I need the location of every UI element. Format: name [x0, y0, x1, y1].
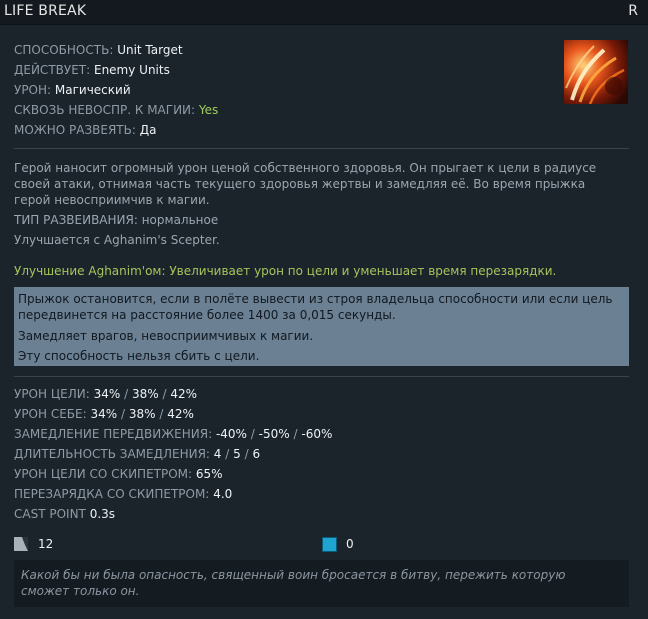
dispellable-row: МОЖНО РАЗВЕЯТЬ: Да: [14, 123, 156, 137]
cooldown-value: 12: [38, 537, 54, 551]
cast-point-value: 0.3s: [89, 507, 116, 521]
move-slow-label: ЗАМЕДЛЕНИЕ ПЕРЕДВИЖЕНИЯ:: [14, 427, 213, 441]
separator: [14, 148, 629, 149]
ability-behavior-label: СПОСОБНОСТЬ:: [14, 43, 114, 57]
ability-description: Герой наносит огромный урон ценой собств…: [14, 161, 597, 207]
ability-title: LIFE BREAK: [4, 3, 87, 19]
mana-icon: [322, 537, 337, 552]
cast-point-label: CAST POINT: [14, 507, 86, 521]
lore-text: Какой бы ни была опасность, священный во…: [21, 568, 566, 598]
cooldown-icon: [14, 537, 28, 551]
affects-value: Enemy Units: [93, 63, 170, 77]
scepter-upgrade-note: Улучшается с Aghanim's Scepter.: [14, 233, 220, 247]
dispellable-value: Да: [139, 123, 157, 137]
move-slow-row: ЗАМЕДЛЕНИЕ ПЕРЕДВИЖЕНИЯ: -40% / -50% / -…: [14, 427, 333, 441]
move-slow-value: -40%: [215, 427, 247, 441]
target-damage-value: 42%: [170, 387, 198, 401]
slow-duration-label: ДЛИТЕЛЬНОСТЬ ЗАМЕДЛЕНИЯ:: [14, 447, 210, 461]
scepter-cooldown-value: 4.0: [213, 487, 233, 501]
ability-notes: Прыжок остановится, если в полёте вывест…: [14, 287, 629, 366]
self-damage-value: 38%: [128, 407, 156, 421]
life-break-icon: [564, 40, 628, 104]
target-damage-row: УРОН ЦЕЛИ: 34% / 38% / 42%: [14, 387, 198, 401]
slow-duration-value: 6: [252, 447, 261, 461]
dispellable-label: МОЖНО РАЗВЕЯТЬ:: [14, 123, 136, 137]
move-slow-value: -60%: [301, 427, 333, 441]
tooltip-header: LIFE BREAK R: [0, 0, 648, 25]
scepter-damage-row: УРОН ЦЕЛИ СО СКИПЕТРОМ: 65%: [14, 467, 223, 481]
slow-duration-row: ДЛИТЕЛЬНОСТЬ ЗАМЕДЛЕНИЯ: 4 / 5 / 6: [14, 447, 261, 461]
damage-type-value: Магический: [54, 83, 131, 97]
self-damage-value: 34%: [90, 407, 118, 421]
aghanim-upgrade-text: Улучшение Aghanim'ом: Увеличивает урон п…: [14, 264, 557, 278]
target-damage-label: УРОН ЦЕЛИ:: [14, 387, 90, 401]
scepter-damage-label: УРОН ЦЕЛИ СО СКИПЕТРОМ:: [14, 467, 193, 481]
scepter-cooldown-row: ПЕРЕЗАРЯДКА СО СКИПЕТРОМ: 4.0: [14, 487, 232, 501]
move-slow-value: -50%: [258, 427, 290, 441]
damage-type-label: УРОН:: [14, 83, 52, 97]
dispel-type: ТИП РАЗВЕИВАНИЯ: нормальное: [14, 213, 219, 227]
cast-point-row: CAST POINT 0.3s: [14, 507, 115, 521]
lore-box: Какой бы ни была опасность, священный во…: [14, 560, 629, 607]
note-item: Прыжок остановится, если в полёте вывест…: [18, 292, 613, 322]
self-damage-label: УРОН СЕБЕ:: [14, 407, 87, 421]
note-item: Замедляет врагов, невосприимчивых к маги…: [18, 329, 314, 343]
ability-behavior-value: Unit Target: [117, 43, 183, 57]
affects-row: ДЕЙСТВУЕТ: Enemy Units: [14, 63, 170, 77]
ability-hotkey: R: [628, 3, 638, 19]
pierces-immunity-label: СКВОЗЬ НЕВОСПР. К МАГИИ:: [14, 103, 196, 117]
mana-value: 0: [346, 537, 354, 551]
self-damage-value: 42%: [167, 407, 194, 421]
pierces-immunity-row: СКВОЗЬ НЕВОСПР. К МАГИИ: Yes: [14, 103, 218, 117]
scepter-damage-value: 65%: [195, 467, 223, 481]
pierces-immunity-value: Yes: [198, 103, 219, 117]
slow-duration-value: 4: [213, 447, 222, 461]
damage-type-row: УРОН: Магический: [14, 83, 131, 97]
separator: [14, 376, 629, 377]
scepter-cooldown-label: ПЕРЕЗАРЯДКА СО СКИПЕТРОМ:: [14, 487, 210, 501]
target-damage-value: 34%: [93, 387, 121, 401]
affects-label: ДЕЙСТВУЕТ:: [14, 63, 91, 77]
target-damage-value: 38%: [131, 387, 159, 401]
slow-duration-value: 5: [233, 447, 241, 461]
ability-behavior-row: СПОСОБНОСТЬ: Unit Target: [14, 43, 183, 57]
ability-tooltip: LIFE BREAK R СПОСОБНОСТЬ: Unit Target ДЕ…: [0, 0, 648, 619]
note-item: Эту способность нельзя сбить с цели.: [18, 349, 260, 363]
self-damage-row: УРОН СЕБЕ: 34% / 38% / 42%: [14, 407, 194, 421]
